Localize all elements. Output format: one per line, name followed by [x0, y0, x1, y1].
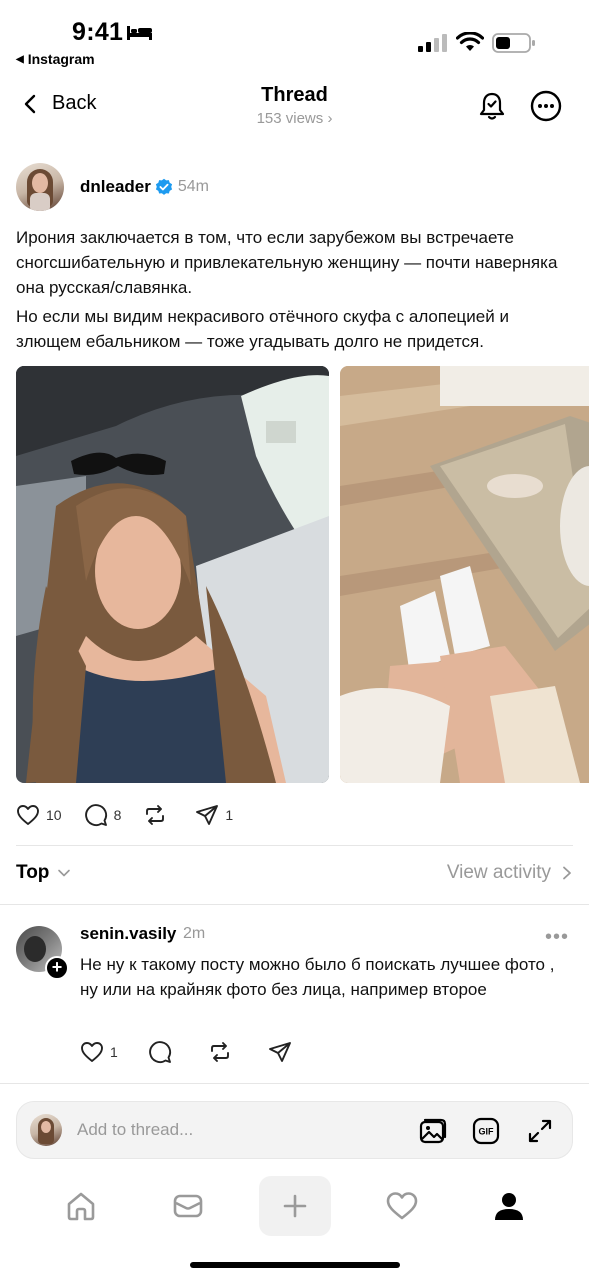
tab-profile[interactable] [473, 1176, 545, 1236]
tab-new-thread[interactable] [259, 1176, 331, 1236]
reply-more-icon[interactable]: ••• [545, 926, 569, 949]
status-time: 9:41 [72, 18, 124, 46]
tab-activity[interactable] [366, 1176, 438, 1236]
reply-share-button[interactable] [268, 1040, 298, 1064]
repost-button[interactable] [143, 803, 173, 827]
add-to-thread-input[interactable] [77, 1120, 397, 1140]
sort-dropdown[interactable]: Top [16, 862, 71, 884]
divider [0, 904, 589, 905]
chevron-down-icon [58, 869, 71, 877]
follow-plus-icon[interactable]: + [45, 956, 69, 980]
tab-home[interactable] [45, 1176, 117, 1236]
post-header: dnleader 54m [16, 163, 209, 211]
heart-icon [81, 1042, 103, 1062]
reply-like-button[interactable]: 1 [80, 1040, 118, 1064]
back-app-label: Instagram [27, 51, 95, 67]
chevron-right-icon [563, 866, 571, 880]
view-activity-link[interactable]: View activity [447, 862, 573, 884]
reply-time: 2m [183, 925, 206, 942]
send-icon [268, 1042, 291, 1062]
share-button[interactable]: 1 [195, 803, 233, 827]
reply-like-count: 1 [110, 1044, 118, 1060]
post-body: Ирония заключается в том, что если заруб… [16, 225, 572, 358]
like-count: 10 [46, 807, 62, 823]
comment-icon [148, 1041, 171, 1064]
reply-actions: 1 [80, 1040, 328, 1064]
comment-count: 8 [113, 807, 122, 823]
view-activity-label: View activity [446, 862, 551, 883]
image-icon[interactable] [417, 1115, 449, 1147]
send-icon [196, 805, 219, 825]
reply-item: + senin.vasily 2m ••• Не ну к такому пос… [16, 924, 573, 1074]
post-image-selfie[interactable] [16, 366, 329, 783]
repost-icon [210, 1042, 229, 1062]
like-button[interactable]: 10 [16, 803, 62, 827]
bell-check-icon[interactable] [476, 90, 508, 122]
legs-illustration [340, 366, 589, 783]
verified-badge-icon [155, 178, 172, 195]
wifi-icon [456, 32, 484, 51]
gif-icon[interactable]: GIF [470, 1115, 502, 1147]
profile-icon [495, 1193, 523, 1220]
post-time: 54m [177, 178, 209, 195]
signal-icon [418, 34, 447, 52]
post-paragraph: Ирония заключается в том, что если заруб… [16, 228, 558, 297]
svg-text:GIF: GIF [479, 1127, 495, 1137]
battery-icon [492, 33, 535, 53]
chevron-right-icon: › [327, 110, 333, 127]
bed-icon [127, 26, 152, 40]
divider [0, 1083, 589, 1084]
repost-icon [146, 805, 165, 825]
reply-text: Не ну к такому посту можно было б поиска… [80, 955, 555, 999]
post-image-legs[interactable] [340, 366, 589, 783]
heart-icon [386, 1192, 418, 1220]
reply-repost-button[interactable] [208, 1040, 238, 1064]
tab-messages[interactable] [152, 1176, 224, 1236]
comment-icon [84, 804, 107, 827]
back-to-app[interactable]: ◀ Instagram [16, 51, 95, 67]
messages-icon [173, 1194, 203, 1218]
divider [16, 845, 573, 846]
post-actions: 10 8 1 [16, 800, 255, 830]
heart-icon [17, 805, 39, 825]
status-bar: 9:41 ◀ Instagram [0, 0, 589, 72]
replies-sort-row: Top View activity [16, 858, 573, 890]
thread-composer[interactable]: GIF [16, 1101, 573, 1159]
post-images-carousel[interactable] [16, 366, 589, 783]
avatar[interactable] [16, 163, 64, 211]
home-icon [67, 1192, 95, 1221]
composer-avatar [30, 1114, 62, 1146]
back-triangle-icon: ◀ [16, 53, 24, 65]
nav-header: Back Thread 153 views › [0, 80, 589, 132]
reply-comment-button[interactable] [148, 1040, 178, 1064]
share-count: 1 [225, 807, 234, 823]
expand-icon[interactable] [524, 1115, 556, 1147]
reply-username[interactable]: senin.vasily [80, 924, 176, 944]
more-icon[interactable] [530, 90, 562, 122]
comment-button[interactable]: 8 [84, 803, 122, 827]
views-count: 153 views [256, 110, 324, 127]
post-username[interactable]: dnleader [80, 177, 151, 197]
tab-bar [0, 1176, 589, 1236]
post-paragraph: Но если мы видим некрасивого отёчного ск… [16, 307, 509, 351]
selfie-illustration [16, 366, 329, 783]
home-indicator [190, 1262, 400, 1268]
sort-label: Top [16, 862, 50, 883]
plus-icon [283, 1194, 307, 1218]
